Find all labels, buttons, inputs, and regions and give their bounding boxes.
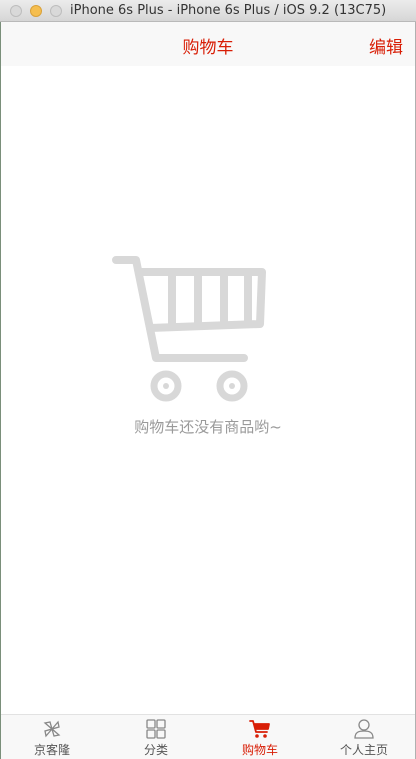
- tab-bar: 京客隆 分类 购物车 个人主页: [0, 714, 416, 759]
- empty-cart-message: 购物车还没有商品哟~: [134, 418, 282, 436]
- window-border-left: [0, 22, 1, 759]
- grid-icon: [146, 719, 166, 739]
- cart-content: 购物车还没有商品哟~: [0, 66, 416, 714]
- page-title: 购物车: [182, 38, 234, 58]
- tab-label: 个人主页: [339, 743, 388, 757]
- window-minimize-button[interactable]: [30, 5, 42, 17]
- simulator-title-bar: iPhone 6s Plus - iPhone 6s Plus / iOS 9.…: [0, 0, 416, 22]
- tab-label: 分类: [143, 743, 168, 757]
- person-icon: [354, 719, 374, 739]
- window-zoom-button[interactable]: [50, 5, 62, 17]
- tab-cart[interactable]: 购物车: [208, 715, 312, 759]
- navigation-bar: 购物车 编辑: [0, 22, 416, 66]
- tab-profile[interactable]: 个人主页: [312, 715, 416, 759]
- window-close-button[interactable]: [10, 5, 22, 17]
- tab-category[interactable]: 分类: [104, 715, 208, 759]
- window-title: iPhone 6s Plus - iPhone 6s Plus / iOS 9.…: [70, 3, 387, 18]
- tab-home[interactable]: 京客隆: [0, 715, 104, 759]
- tab-label: 京客隆: [33, 743, 70, 757]
- edit-button[interactable]: 编辑: [369, 33, 403, 58]
- tab-label: 购物车: [241, 743, 278, 757]
- pinwheel-icon: [43, 720, 61, 738]
- empty-cart-icon: [112, 256, 266, 402]
- cart-icon: [249, 720, 270, 738]
